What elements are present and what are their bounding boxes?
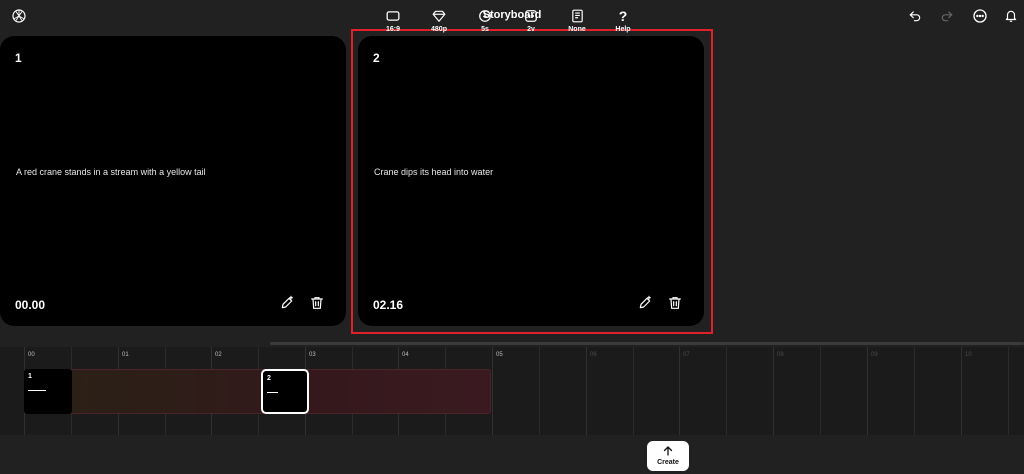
clip-duration-bar xyxy=(267,392,278,393)
aspect-ratio-button[interactable]: 16:9 xyxy=(373,5,413,39)
variations-icon xyxy=(511,8,551,24)
timeline-track[interactable] xyxy=(24,369,491,414)
tool-label: 2v xyxy=(527,26,535,33)
ruler-line xyxy=(820,347,821,435)
timeline-clip-1[interactable]: 1 xyxy=(24,369,72,414)
card-description[interactable]: A red crane stands in a stream with a ye… xyxy=(16,167,206,177)
card-number: 2 xyxy=(373,51,380,65)
ruler-line xyxy=(867,347,868,435)
tick-label: 05 xyxy=(496,352,503,358)
notification-bell-icon[interactable] xyxy=(1001,6,1021,26)
tick-label: 08 xyxy=(777,352,784,358)
tool-label: 480p xyxy=(431,26,447,33)
book-icon xyxy=(557,8,597,24)
tool-label: Help xyxy=(615,26,631,33)
tool-label: 16:9 xyxy=(385,26,400,33)
card-description[interactable]: Crane dips its head into water xyxy=(374,167,493,177)
clip-label: 2 xyxy=(267,375,271,382)
delete-icon[interactable] xyxy=(309,295,325,311)
card-number: 1 xyxy=(15,51,22,65)
ruler-line xyxy=(1008,347,1009,435)
preset-button[interactable]: None xyxy=(557,5,597,39)
tick-label: 04 xyxy=(402,352,409,358)
tick-label: 09 xyxy=(871,352,878,358)
storyboard-card-1[interactable]: 1 A red crane stands in a stream with a … xyxy=(0,36,346,326)
tool-label: None xyxy=(568,26,586,33)
ruler-line xyxy=(586,347,587,435)
ruler-line xyxy=(773,347,774,435)
diamond-icon xyxy=(419,8,459,24)
ruler-line xyxy=(492,347,493,435)
ruler-line xyxy=(726,347,727,435)
card-time: 00.00 xyxy=(15,298,46,312)
clip-duration-bar xyxy=(28,390,46,391)
tick-label: 07 xyxy=(683,352,690,358)
ruler-line xyxy=(679,347,680,435)
storyboard-card-2[interactable]: 2 Crane dips its head into water 02.16 xyxy=(358,36,704,326)
tick-label: 02 xyxy=(215,352,222,358)
tick-label: 00 xyxy=(28,352,35,358)
redo-icon[interactable] xyxy=(937,6,957,26)
edit-icon[interactable] xyxy=(279,295,295,311)
variations-button[interactable]: 2v xyxy=(511,5,551,39)
create-button[interactable]: Create xyxy=(647,441,689,471)
clock-icon xyxy=(465,8,505,24)
bottom-toolbar xyxy=(0,435,1024,474)
tick-label: 01 xyxy=(122,352,129,358)
question-icon: ? xyxy=(618,8,628,24)
tool-label: 5s xyxy=(481,26,489,33)
horizontal-scrollbar[interactable] xyxy=(270,342,1024,345)
ruler-line xyxy=(961,347,962,435)
duration-button[interactable]: 5s xyxy=(465,5,505,39)
create-label: Create xyxy=(657,459,679,466)
tick-label: 10 xyxy=(965,352,972,358)
tick-label: 06 xyxy=(590,352,597,358)
delete-icon[interactable] xyxy=(667,295,683,311)
timeline-clip-2[interactable]: 2 xyxy=(261,369,309,414)
edit-icon[interactable] xyxy=(637,295,653,311)
resolution-button[interactable]: 480p xyxy=(419,5,459,39)
ruler-line xyxy=(539,347,540,435)
help-button[interactable]: ? Help xyxy=(603,5,643,39)
tick-label: 03 xyxy=(309,352,316,358)
card-time: 02.16 xyxy=(373,298,404,312)
undo-icon[interactable] xyxy=(905,6,925,26)
timeline[interactable]: 00 01 02 03 04 05 06 07 08 09 10 1 2 xyxy=(0,347,1024,435)
clip-label: 1 xyxy=(28,373,32,380)
more-options-icon[interactable] xyxy=(970,6,990,26)
ruler-line xyxy=(633,347,634,435)
arrow-up-icon xyxy=(647,444,689,458)
ruler-line xyxy=(914,347,915,435)
aspect-ratio-icon xyxy=(373,8,413,24)
